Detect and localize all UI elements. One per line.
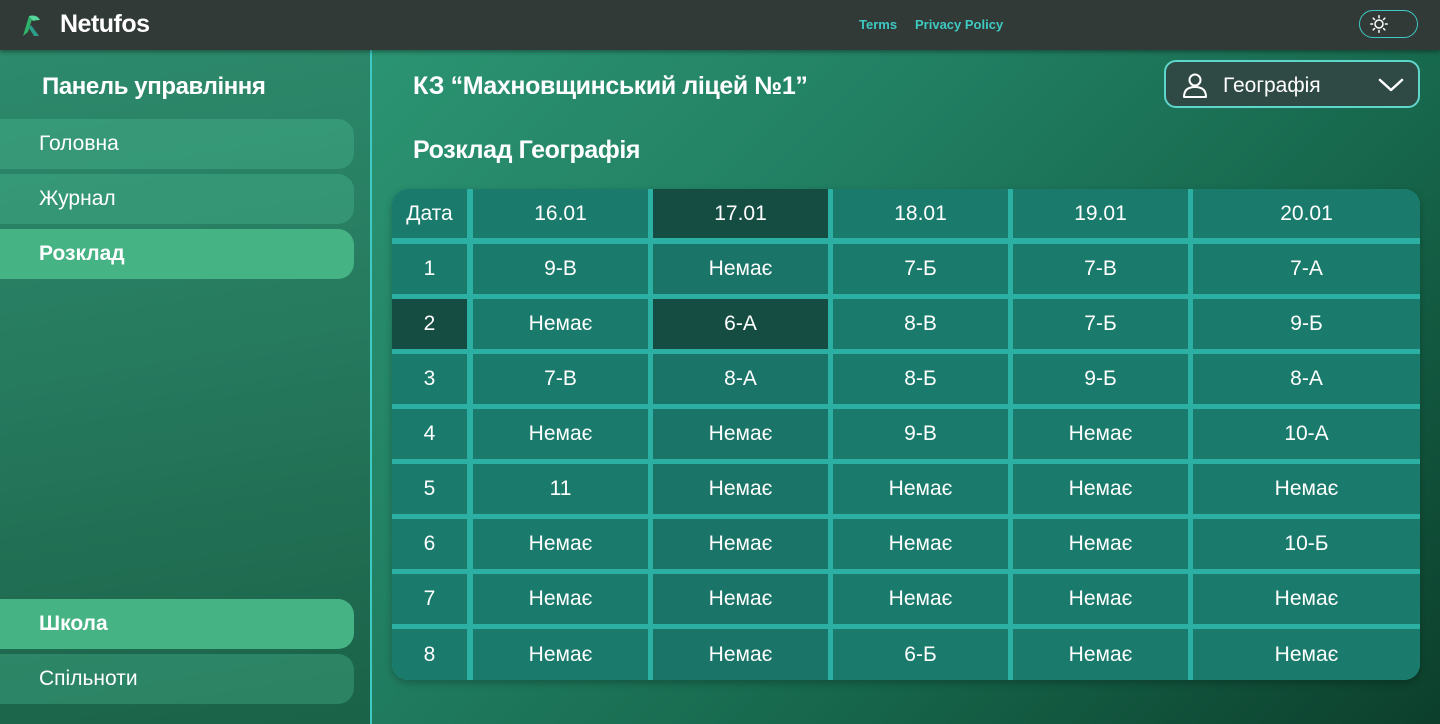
table-header-date: 18.01 <box>833 189 1008 238</box>
chevron-down-icon <box>1378 78 1404 92</box>
table-cell[interactable]: 7-Б <box>1013 299 1188 349</box>
table-cell[interactable]: Немає <box>653 244 828 294</box>
table-cell[interactable]: Немає <box>833 519 1008 569</box>
table-header-date: 19.01 <box>1013 189 1188 238</box>
table-cell[interactable]: Немає <box>1193 464 1420 514</box>
table-cell[interactable]: 8-Б <box>833 354 1008 404</box>
table-cell[interactable]: 11 <box>473 464 648 514</box>
table-cell[interactable]: Немає <box>833 574 1008 624</box>
table-cell[interactable]: Немає <box>1193 574 1420 624</box>
user-icon <box>1183 73 1207 98</box>
sidebar-item-schedule[interactable]: Розклад <box>0 229 354 279</box>
sidebar: Панель управління Головна Журнал Розклад… <box>0 50 372 724</box>
table-cell[interactable]: Немає <box>1013 519 1188 569</box>
netufos-logo-icon <box>23 15 40 36</box>
table-cell[interactable]: Немає <box>653 629 828 680</box>
table-cell[interactable]: Немає <box>1013 629 1188 680</box>
table-cell[interactable]: Немає <box>653 464 828 514</box>
table-cell[interactable]: 7-В <box>473 354 648 404</box>
sidebar-item-school[interactable]: Школа <box>0 599 354 649</box>
table-row-number: 3 <box>392 354 467 404</box>
table-cell[interactable]: Немає <box>473 299 648 349</box>
table-cell[interactable]: Немає <box>1013 464 1188 514</box>
table-cell[interactable]: 10-Б <box>1193 519 1420 569</box>
table-cell[interactable]: Немає <box>653 409 828 459</box>
table-cell[interactable]: Немає <box>473 519 648 569</box>
table-cell[interactable]: Немає <box>1193 629 1420 680</box>
app-name: Netufos <box>60 10 150 38</box>
table-cell[interactable]: Немає <box>1013 409 1188 459</box>
subject-select-value: Географія <box>1223 74 1321 97</box>
main-content: КЗ “Махновщинський ліцей №1” Розклад Гео… <box>372 50 1440 724</box>
table-row-number: 5 <box>392 464 467 514</box>
table-cell[interactable]: 6-А <box>653 299 828 349</box>
sidebar-item-communities[interactable]: Спільноти <box>0 654 354 704</box>
table-row-number: 6 <box>392 519 467 569</box>
school-name: КЗ “Махновщинський ліцей №1” <box>413 72 808 100</box>
table-row-number: 1 <box>392 244 467 294</box>
table-row-number: 8 <box>392 629 467 680</box>
table-cell[interactable]: Немає <box>1013 574 1188 624</box>
table-header-corner: Дата <box>392 189 467 238</box>
table-cell[interactable]: 9-В <box>833 409 1008 459</box>
table-cell[interactable]: 8-А <box>1193 354 1420 404</box>
table-row-number: 7 <box>392 574 467 624</box>
schedule-table: Дата 16.01 17.01 18.01 19.01 20.01 1 9-В Немає 7-… <box>392 189 1420 680</box>
terms-link[interactable]: Terms <box>859 17 897 32</box>
table-cell[interactable]: 9-Б <box>1193 299 1420 349</box>
table-cell[interactable]: Немає <box>473 629 648 680</box>
table-cell[interactable]: 7-В <box>1013 244 1188 294</box>
table-row-number: 4 <box>392 409 467 459</box>
table-cell[interactable]: Немає <box>473 409 648 459</box>
privacy-policy-link[interactable]: Privacy Policy <box>915 17 1003 32</box>
table-cell[interactable]: 6-Б <box>833 629 1008 680</box>
schedule-title: Розклад Географія <box>413 136 641 164</box>
table-header-date: 20.01 <box>1193 189 1420 238</box>
table-row-number: 2 <box>392 299 467 349</box>
table-cell[interactable]: 8-А <box>653 354 828 404</box>
table-cell[interactable]: 7-А <box>1193 244 1420 294</box>
table-cell[interactable]: Немає <box>653 574 828 624</box>
sidebar-title: Панель управління <box>42 73 266 100</box>
sidebar-item-journal[interactable]: Журнал <box>0 174 354 224</box>
subject-select[interactable]: Географія <box>1164 60 1420 108</box>
table-header-date: 16.01 <box>473 189 648 238</box>
table-cell[interactable]: 8-В <box>833 299 1008 349</box>
table-cell[interactable]: 9-В <box>473 244 648 294</box>
table-cell[interactable]: Немає <box>473 574 648 624</box>
table-header-date: 17.01 <box>653 189 828 238</box>
top-bar: Netufos Terms Privacy Policy <box>0 0 1440 50</box>
table-cell[interactable]: Немає <box>653 519 828 569</box>
table-cell[interactable]: 7-Б <box>833 244 1008 294</box>
table-cell[interactable]: 10-А <box>1193 409 1420 459</box>
sidebar-item-home[interactable]: Головна <box>0 119 354 169</box>
table-cell[interactable]: Немає <box>833 464 1008 514</box>
theme-toggle[interactable] <box>1359 10 1418 38</box>
table-cell[interactable]: 9-Б <box>1013 354 1188 404</box>
sun-icon <box>1370 15 1388 33</box>
